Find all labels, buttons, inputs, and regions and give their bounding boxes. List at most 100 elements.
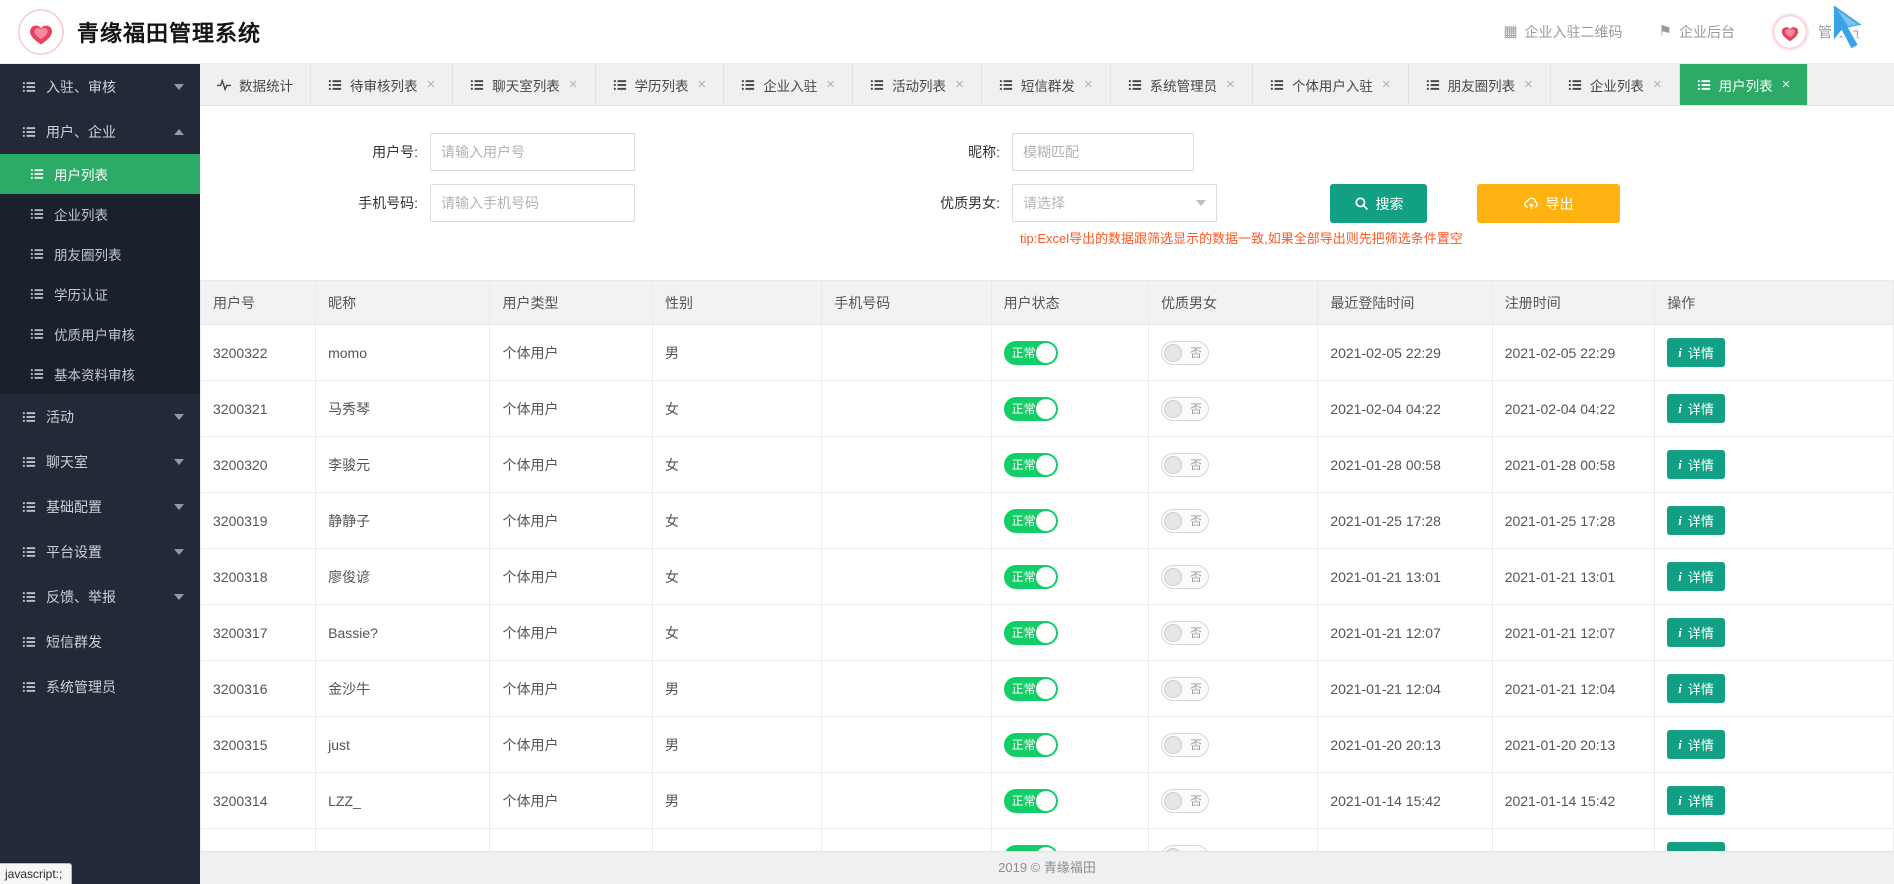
cell-last-login: 2021-02-04 04:22 <box>1318 381 1492 437</box>
quality-toggle[interactable]: 否 <box>1161 621 1209 645</box>
quality-gender-select[interactable]: 请选择 <box>1012 184 1217 222</box>
close-icon[interactable]: × <box>826 77 835 92</box>
close-icon[interactable]: × <box>1084 77 1093 92</box>
cell-user-id: 3200314 <box>201 773 316 829</box>
quality-toggle[interactable]: 否 <box>1161 453 1209 477</box>
enterprise-qr-label: 企业入驻二维码 <box>1525 22 1623 42</box>
detail-label: 详情 <box>1688 511 1714 530</box>
tab-label: 系统管理员 <box>1150 75 1218 95</box>
detail-button[interactable]: i详情 <box>1667 562 1725 591</box>
quality-toggle[interactable]: 否 <box>1161 677 1209 701</box>
close-icon[interactable]: × <box>1382 77 1391 92</box>
tab-user-list[interactable]: 用户列表 × <box>1680 64 1809 105</box>
close-icon[interactable]: × <box>1653 77 1662 92</box>
cell-reg-time: 2021-01-25 17:28 <box>1492 493 1655 549</box>
close-icon[interactable]: × <box>1782 77 1791 92</box>
detail-button[interactable]: i详情 <box>1667 674 1725 703</box>
admin-user-menu[interactable]: 管理员 <box>1771 13 1860 51</box>
user-id-input[interactable] <box>430 133 635 171</box>
chevron-down-icon <box>174 84 184 90</box>
status-toggle[interactable]: 正常 <box>1004 677 1058 701</box>
detail-button[interactable]: i详情 <box>1667 618 1725 647</box>
sidebar-item-system-admin[interactable]: 系统管理员 <box>0 664 200 709</box>
detail-button[interactable]: i详情 <box>1667 450 1725 479</box>
quality-toggle[interactable]: 否 <box>1161 733 1209 757</box>
tab-chatroom-list[interactable]: 聊天室列表 × <box>453 64 595 105</box>
status-toggle[interactable]: 正常 <box>1004 621 1058 645</box>
tab-pending-review-list[interactable]: 待审核列表 × <box>311 64 453 105</box>
sidebar-sub-user-list[interactable]: 用户列表 <box>0 154 200 194</box>
sidebar-item-activity[interactable]: 活动 <box>0 394 200 439</box>
quality-toggle[interactable]: 否 <box>1161 565 1209 589</box>
sidebar-sub-enterprise-list[interactable]: 企业列表 <box>0 194 200 234</box>
quality-toggle[interactable]: 否 <box>1161 789 1209 813</box>
avatar[interactable] <box>1771 13 1809 51</box>
detail-button[interactable]: i详情 <box>1667 506 1725 535</box>
status-toggle[interactable]: 正常 <box>1004 397 1058 421</box>
tab-data-statistics[interactable]: 数据统计 <box>200 64 311 105</box>
cell-actions: i详情 <box>1655 829 1894 852</box>
export-button[interactable]: 导出 <box>1477 184 1620 223</box>
detail-button[interactable]: i详情 <box>1667 730 1725 759</box>
close-icon[interactable]: × <box>1524 77 1533 92</box>
toggle-knob <box>1164 680 1182 698</box>
user-table: 用户号 昵称 用户类型 性别 手机号码 用户状态 优质男女 最近登陆时间 注册时… <box>200 280 1894 851</box>
tab-moments-list[interactable]: 朋友圈列表 × <box>1409 64 1551 105</box>
detail-button[interactable]: i详情 <box>1667 786 1725 815</box>
sidebar-item-sms-broadcast[interactable]: 短信群发 <box>0 619 200 664</box>
search-button-label: 搜索 <box>1376 194 1404 214</box>
toggle-knob <box>1036 511 1056 531</box>
quality-toggle[interactable]: 否 <box>1161 509 1209 533</box>
detail-label: 详情 <box>1688 399 1714 418</box>
list-icon <box>30 207 44 221</box>
chevron-up-icon <box>174 129 184 135</box>
sidebar-sub-education-cert[interactable]: 学历认证 <box>0 274 200 314</box>
sidebar-item-basic-config[interactable]: 基础配置 <box>0 484 200 529</box>
tab-individual-user-join[interactable]: 个体用户入驻 × <box>1253 64 1409 105</box>
status-toggle[interactable]: 正常 <box>1004 733 1058 757</box>
close-icon[interactable]: × <box>569 77 578 92</box>
cell-user-type: 个体用户 <box>490 661 653 717</box>
tab-sms-broadcast[interactable]: 短信群发 × <box>982 64 1111 105</box>
close-icon[interactable]: × <box>955 77 964 92</box>
status-toggle[interactable]: 正常 <box>1004 565 1058 589</box>
tab-label: 朋友圈列表 <box>1448 75 1516 95</box>
list-icon <box>30 327 44 341</box>
enterprise-backend-link[interactable]: ⚑ 企业后台 <box>1659 22 1735 42</box>
sidebar-sub-label: 朋友圈列表 <box>54 244 122 264</box>
tab-education-list[interactable]: 学历列表 × <box>596 64 725 105</box>
sidebar-item-user-enterprise[interactable]: 用户、企业 <box>0 109 200 154</box>
sidebar-item-label: 系统管理员 <box>46 677 116 697</box>
status-toggle[interactable]: 正常 <box>1004 341 1058 365</box>
sidebar-item-feedback-report[interactable]: 反馈、举报 <box>0 574 200 619</box>
enterprise-qr-link[interactable]: ▦ 企业入驻二维码 <box>1503 22 1622 42</box>
list-icon <box>30 367 44 381</box>
phone-input[interactable] <box>430 184 635 222</box>
close-icon[interactable]: × <box>1226 77 1235 92</box>
nickname-input[interactable] <box>1012 133 1194 171</box>
status-toggle[interactable]: 正常 <box>1004 509 1058 533</box>
search-button[interactable]: 搜索 <box>1330 184 1427 223</box>
cell-status: 正常 <box>991 549 1148 605</box>
sidebar-item-chatroom[interactable]: 聊天室 <box>0 439 200 484</box>
tab-system-admin[interactable]: 系统管理员 × <box>1111 64 1253 105</box>
detail-button[interactable]: i详情 <box>1667 842 1725 851</box>
sidebar-sub-quality-user-review[interactable]: 优质用户审核 <box>0 314 200 354</box>
tab-enterprise-join[interactable]: 企业入驻 × <box>724 64 853 105</box>
quality-toggle[interactable]: 否 <box>1161 341 1209 365</box>
status-toggle[interactable]: 正常 <box>1004 789 1058 813</box>
close-icon[interactable]: × <box>698 77 707 92</box>
detail-button[interactable]: i 详情 <box>1667 394 1725 423</box>
sidebar-sub-profile-review[interactable]: 基本资料审核 <box>0 354 200 394</box>
quality-toggle[interactable]: 否 <box>1161 397 1209 421</box>
close-icon[interactable]: × <box>427 77 436 92</box>
tab-enterprise-list[interactable]: 企业列表 × <box>1551 64 1680 105</box>
info-icon: i <box>1678 401 1682 417</box>
sidebar-item-platform-settings[interactable]: 平台设置 <box>0 529 200 574</box>
status-toggle[interactable]: 正常 <box>1004 453 1058 477</box>
sidebar-sub-moments-list[interactable]: 朋友圈列表 <box>0 234 200 274</box>
detail-button[interactable]: i详情 <box>1667 338 1725 367</box>
tab-activity-list[interactable]: 活动列表 × <box>853 64 982 105</box>
sidebar-item-join-review[interactable]: 入驻、审核 <box>0 64 200 109</box>
cell-nickname: 廖俊谚 <box>316 549 490 605</box>
